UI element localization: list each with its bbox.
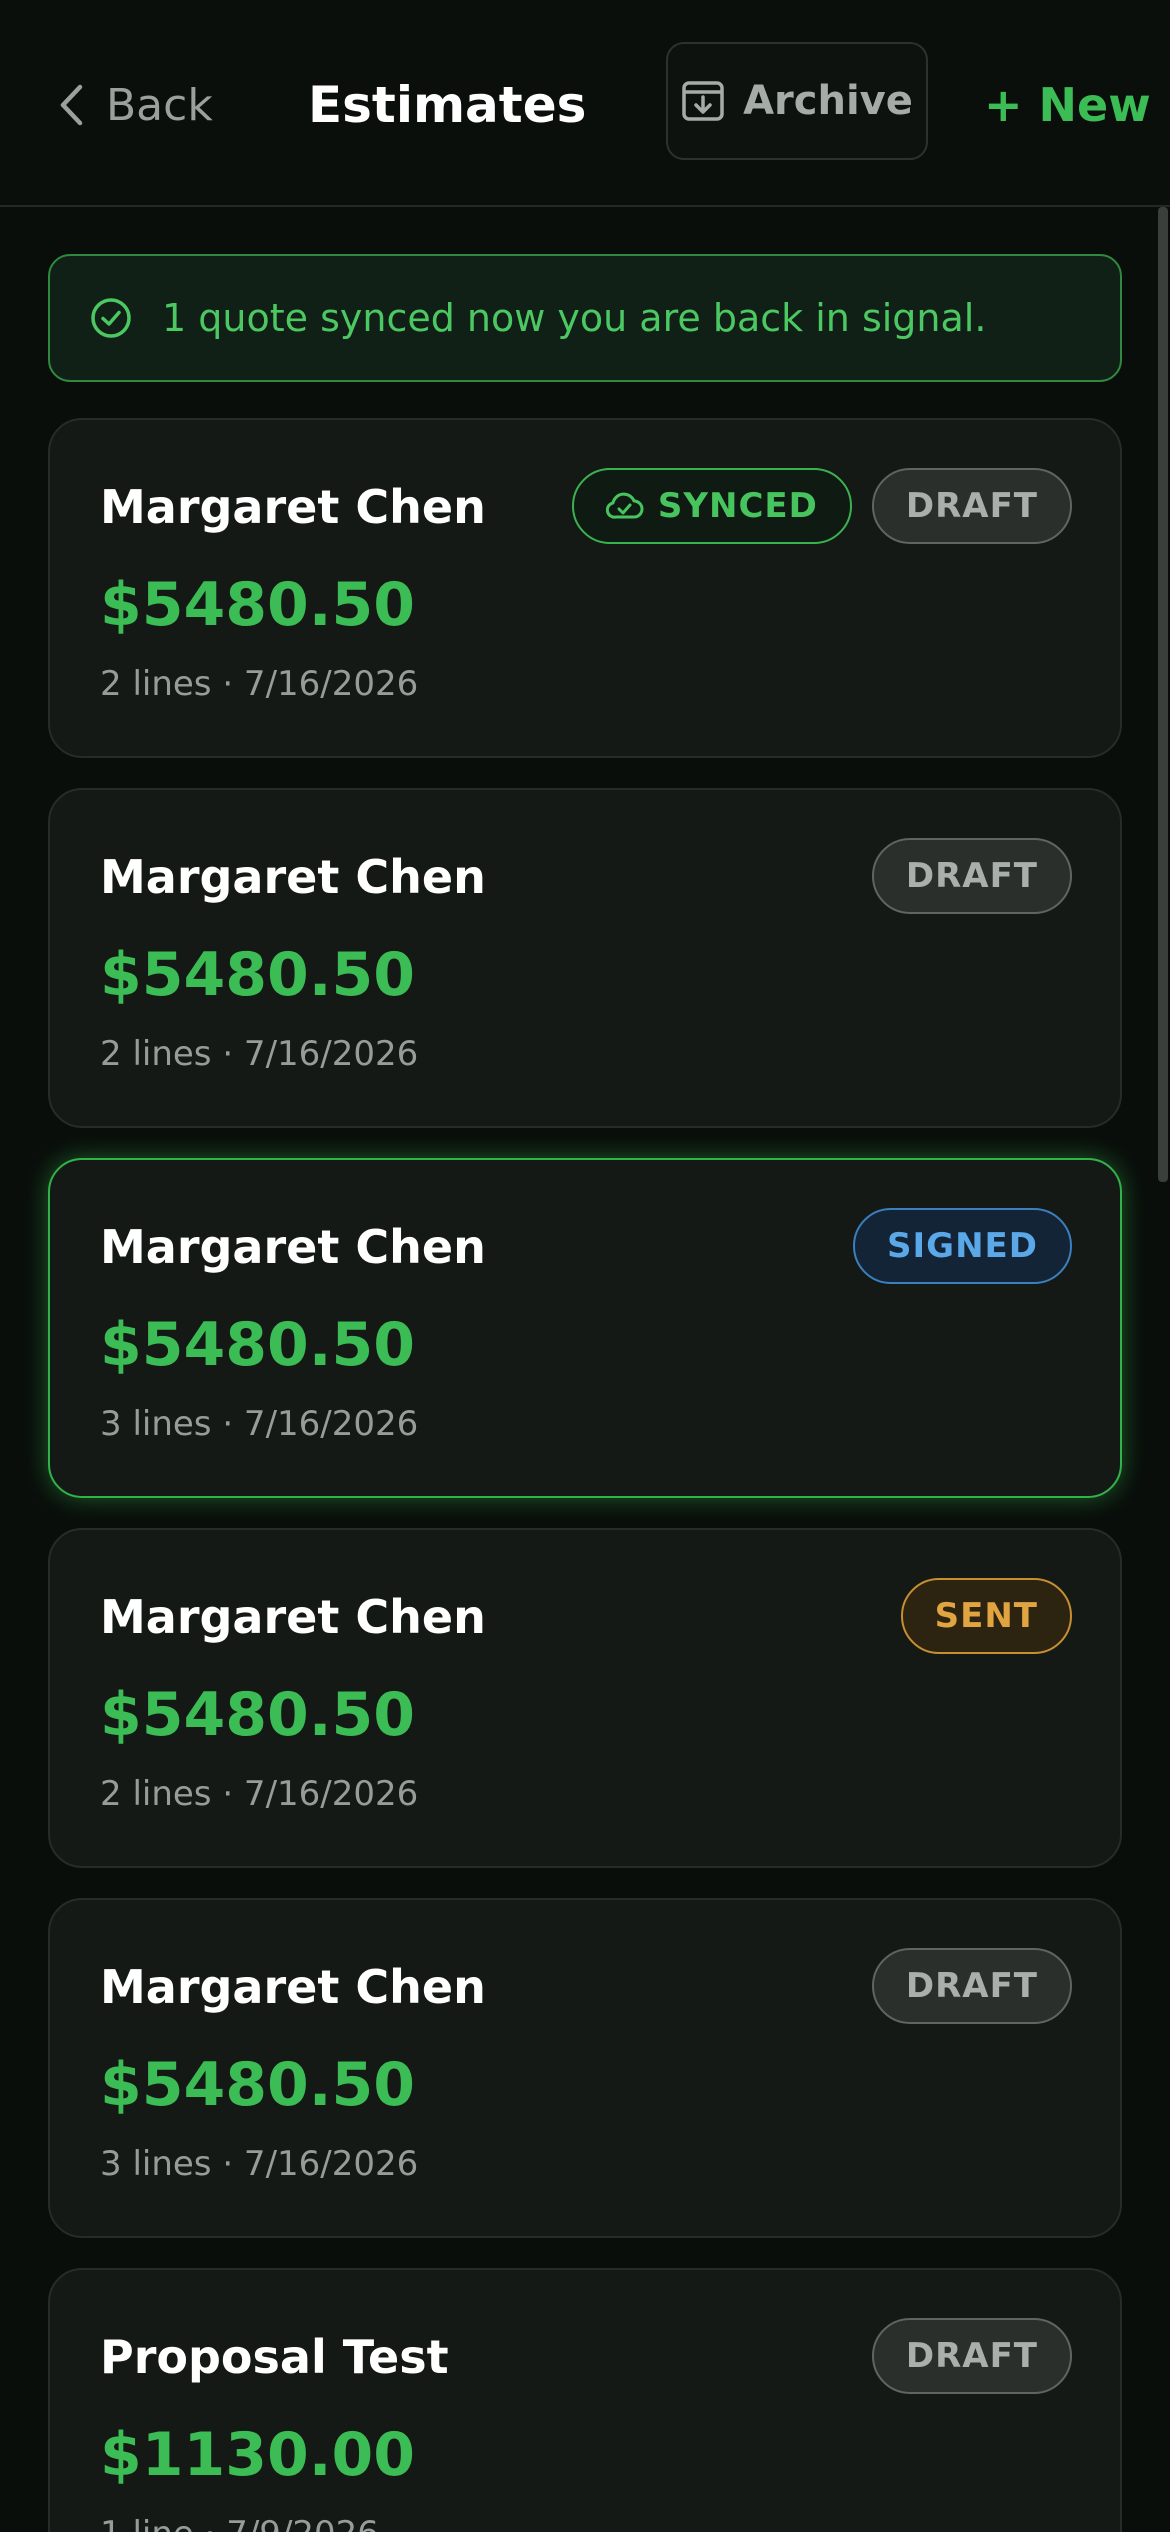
archive-icon [682, 81, 724, 121]
signed-badge: SIGNED [853, 1208, 1072, 1284]
scrollbar-thumb[interactable] [1158, 207, 1168, 1182]
draft-badge: DRAFT [871, 468, 1072, 544]
client-name: Margaret Chen [100, 1220, 486, 1274]
client-name: Margaret Chen [100, 1960, 486, 2014]
estimate-total: $5480.50 [100, 570, 416, 640]
status-badges: SYNCED DRAFT [571, 468, 1072, 544]
archive-button[interactable]: Archive [666, 42, 928, 160]
draft-badge-label: DRAFT [905, 1966, 1038, 2006]
draft-badge: DRAFT [871, 2318, 1072, 2394]
estimate-total: $5480.50 [100, 2050, 416, 2120]
chevron-left-icon [60, 84, 83, 126]
draft-badge-label: DRAFT [905, 856, 1038, 896]
sync-status-banner: 1 quote synced now you are back in signa… [48, 254, 1122, 382]
estimate-total: $5480.50 [100, 940, 416, 1010]
page-title: Estimates [308, 76, 587, 134]
estimate-total: $5480.50 [100, 1680, 416, 1750]
estimate-total: $5480.50 [100, 1310, 416, 1380]
client-name: Margaret Chen [100, 480, 486, 534]
estimate-card[interactable]: Margaret Chen SENT $5480.50 2 lines · 7/… [48, 1528, 1122, 1868]
status-badges: SENT [900, 1578, 1072, 1654]
synced-badge: SYNCED [571, 468, 852, 544]
status-badges: DRAFT [871, 838, 1072, 914]
banner-message: 1 quote synced now you are back in signa… [162, 296, 987, 340]
estimate-card[interactable]: Margaret Chen DRAFT $5480.50 2 lines · 7… [48, 788, 1122, 1128]
estimate-total: $1130.00 [100, 2420, 416, 2490]
estimate-meta: 3 lines · 7/16/2026 [100, 1404, 419, 1444]
synced-badge-label: SYNCED [657, 486, 818, 526]
back-label: Back [106, 79, 213, 131]
estimate-card[interactable]: Proposal Test DRAFT $1130.00 1 line · 7/… [48, 2268, 1122, 2532]
estimate-card[interactable]: Margaret Chen SYNCED DRAFT $5480.50 2 li… [48, 418, 1122, 758]
draft-badge-label: DRAFT [905, 2336, 1038, 2376]
client-name: Margaret Chen [100, 1590, 486, 1644]
estimate-meta: 2 lines · 7/16/2026 [100, 664, 419, 704]
top-bar: Back Estimates Archive + New [0, 0, 1170, 207]
estimate-meta: 3 lines · 7/16/2026 [100, 2144, 419, 2184]
new-estimate-button[interactable]: + New [984, 70, 1151, 140]
check-circle-icon [91, 298, 131, 338]
sent-badge: SENT [900, 1578, 1072, 1654]
sent-badge-label: SENT [934, 1596, 1038, 1636]
cloud-check-icon [605, 492, 644, 519]
estimate-meta: 2 lines · 7/16/2026 [100, 1774, 419, 1814]
estimates-screen: Back Estimates Archive + New 1 quote syn… [0, 0, 1170, 2532]
estimate-meta: 1 line · 7/9/2026 [100, 2514, 379, 2532]
back-button[interactable]: Back [58, 70, 213, 140]
signed-badge-label: SIGNED [887, 1226, 1038, 1266]
archive-label: Archive [743, 78, 913, 124]
draft-badge-label: DRAFT [905, 486, 1038, 526]
estimate-meta: 2 lines · 7/16/2026 [100, 1034, 419, 1074]
status-badges: DRAFT [871, 2318, 1072, 2394]
status-badges: DRAFT [871, 1948, 1072, 2024]
status-badges: SIGNED [853, 1208, 1072, 1284]
estimate-card-selected[interactable]: Margaret Chen SIGNED $5480.50 3 lines · … [48, 1158, 1122, 1498]
draft-badge: DRAFT [871, 1948, 1072, 2024]
draft-badge: DRAFT [871, 838, 1072, 914]
client-name: Proposal Test [100, 2330, 449, 2384]
client-name: Margaret Chen [100, 850, 486, 904]
estimate-card[interactable]: Margaret Chen DRAFT $5480.50 3 lines · 7… [48, 1898, 1122, 2238]
